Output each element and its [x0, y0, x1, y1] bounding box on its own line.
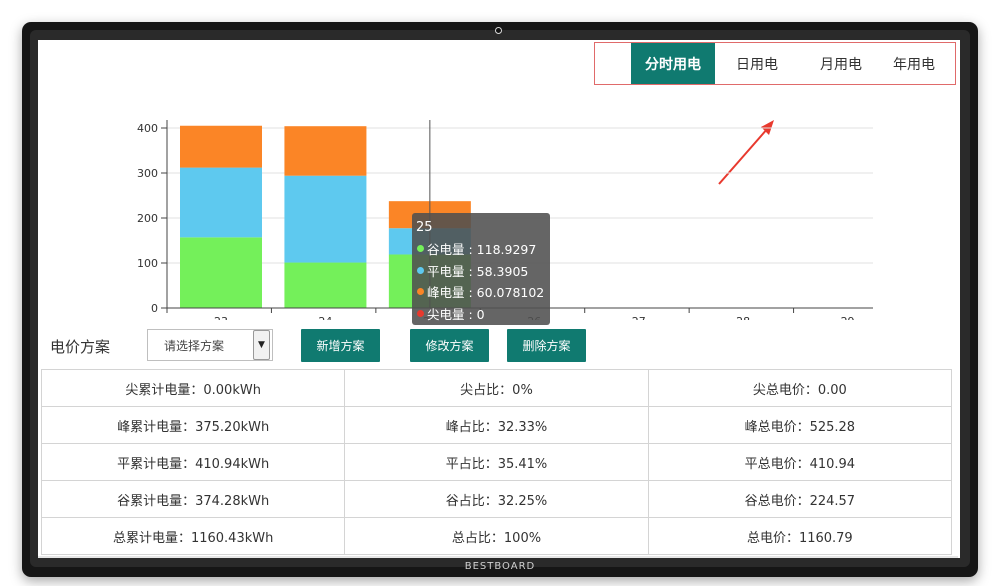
tooltip-text: 平电量 : 58.3905 — [427, 263, 529, 279]
tab-yearly[interactable]: 年用电 — [883, 43, 945, 84]
legend-dot-icon — [417, 309, 424, 317]
delete-plan-button[interactable]: 删除方案 — [507, 329, 586, 362]
tooltip-row-ping: 平电量 : 58.3905 — [412, 260, 550, 282]
table-cell: 峰总电价：525.28 — [647, 406, 953, 444]
table-cell: 尖累计电量：0.00kWh — [40, 369, 346, 407]
y-tick-label: 300 — [137, 167, 158, 180]
tooltip-row-feng: 峰电量 : 60.078102 — [412, 281, 550, 303]
y-tick-label: 100 — [137, 257, 158, 270]
y-tick-label: 400 — [137, 122, 158, 135]
table-cell: 尖总电价：0.00 — [647, 369, 953, 407]
legend-dot-icon — [417, 288, 424, 296]
tab-daily[interactable]: 日用电 — [715, 43, 799, 84]
tooltip-text: 峰电量 : 60.078102 — [427, 285, 545, 301]
y-tick-label: 200 — [137, 212, 158, 225]
table-cell: 总电价：1160.79 — [647, 517, 953, 555]
edit-plan-button[interactable]: 修改方案 — [410, 329, 489, 362]
table-row: 总累计电量：1160.43kWh 总占比：100% 总电价：1160.79 — [40, 517, 953, 555]
bar-segment-gu[interactable] — [284, 262, 367, 308]
bar-segment-feng[interactable] — [180, 125, 262, 168]
table-cell: 峰累计电量：375.20kWh — [40, 406, 346, 444]
screen-bottom-edge — [38, 556, 958, 558]
add-plan-button[interactable]: 新增方案 — [301, 329, 380, 362]
table-cell: 平累计电量：410.94kWh — [40, 443, 346, 481]
table-cell: 峰占比：32.33% — [344, 406, 649, 444]
x-tick-label: 24 — [318, 315, 332, 320]
bar-segment-gu[interactable] — [180, 237, 262, 308]
table-cell: 尖占比：0% — [344, 369, 649, 407]
time-range-tabs: 分时用电 日用电 月用电 年用电 — [594, 42, 956, 85]
bar-segment-feng[interactable] — [284, 126, 367, 176]
tab-time-of-use[interactable]: 分时用电 — [631, 43, 715, 84]
table-cell: 谷累计电量：374.28kWh — [40, 480, 346, 518]
camera-icon — [495, 27, 502, 34]
brand-logo: BESTBOARD — [464, 561, 536, 572]
table-row: 平累计电量：410.94kWh 平占比：35.41% 平总电价：410.94 — [40, 443, 953, 481]
tooltip-text: 尖电量 : 0 — [427, 306, 485, 322]
plan-select-value: 请选择方案 — [164, 338, 225, 353]
legend-dot-icon — [417, 245, 424, 253]
chart-tooltip: 25 谷电量 : 118.9297 平电量 : 58.3905 峰电量 : 60… — [412, 213, 550, 325]
tooltip-title: 25 — [416, 220, 433, 235]
table-cell: 平占比：35.41% — [344, 443, 649, 481]
bar-segment-ping[interactable] — [284, 175, 367, 263]
plan-select[interactable]: 请选择方案 ▼ — [147, 329, 273, 361]
table-cell: 总占比：100% — [344, 517, 649, 555]
plan-label: 电价方案 — [50, 338, 111, 356]
table-cell: 平总电价：410.94 — [647, 443, 953, 481]
tooltip-row-jian: 尖电量 : 0 — [412, 303, 550, 325]
table-row: 峰累计电量：375.20kWh 峰占比：32.33% 峰总电价：525.28 — [40, 406, 953, 444]
legend-dot-icon — [417, 266, 424, 274]
bar-segment-ping[interactable] — [180, 167, 262, 238]
summary-table: 尖累计电量：0.00kWh 尖占比：0% 尖总电价：0.00 峰累计电量：375… — [40, 369, 953, 555]
dropdown-arrow-icon[interactable]: ▼ — [253, 330, 270, 360]
x-tick-label: 29 — [841, 315, 855, 320]
table-row: 尖累计电量：0.00kWh 尖占比：0% 尖总电价：0.00 — [40, 369, 953, 407]
tooltip-row-gu: 谷电量 : 118.9297 — [412, 238, 550, 260]
table-cell: 谷总电价：224.57 — [647, 480, 953, 518]
tooltip-text: 谷电量 : 118.9297 — [427, 242, 537, 258]
x-tick-label: 28 — [736, 315, 750, 320]
x-tick-label: 23 — [214, 315, 228, 320]
y-tick-label: 0 — [151, 302, 158, 315]
x-tick-label: 27 — [632, 315, 646, 320]
table-row: 谷累计电量：374.28kWh 谷占比：32.25% 谷总电价：224.57 — [40, 480, 953, 518]
table-cell: 总累计电量：1160.43kWh — [40, 517, 346, 555]
table-cell: 谷占比：32.25% — [344, 480, 649, 518]
tab-monthly[interactable]: 月用电 — [799, 43, 883, 84]
screen: 分时用电 日用电 月用电 年用电 01002003004002324252627… — [38, 40, 960, 558]
